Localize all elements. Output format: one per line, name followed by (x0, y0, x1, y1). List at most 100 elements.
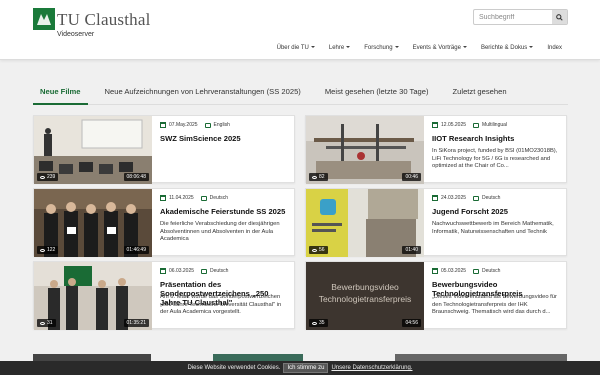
video-date: 12.05.2025 (441, 122, 467, 128)
calendar-icon (160, 195, 166, 201)
language-icon (473, 268, 480, 274)
calendar-icon (432, 195, 438, 201)
tab-item[interactable]: Zuletzt gesehen (446, 81, 514, 105)
svg-text:Bewerbungsvideo: Bewerbungsvideo (331, 282, 399, 292)
video-thumbnail[interactable]: 122 01:46:49 (34, 189, 152, 257)
language-icon (204, 122, 211, 128)
search-input[interactable] (474, 10, 552, 24)
nav-item-wrapper[interactable]: Forschung (364, 45, 399, 51)
video-language: Multilingual (482, 122, 508, 128)
video-title[interactable]: SWZ SimScience 2025 (160, 134, 288, 143)
language-icon (201, 268, 208, 274)
video-meta: 07.May.2025 English (160, 122, 230, 128)
video-meta: 06.03.2025 Deutsch (160, 268, 228, 274)
video-description: In SiKora project, funded by BSI (01MO23… (432, 148, 558, 170)
view-count-badge: 239 (37, 173, 59, 181)
nav-item[interactable]: Lehre (329, 45, 344, 51)
video-thumbnail[interactable]: 239 08:06:48 (34, 116, 152, 184)
video-meta: 11.04.2025 Deutsch (160, 195, 228, 201)
view-count: 122 (47, 247, 56, 253)
video-title[interactable]: Jugend Forscht 2025 (432, 207, 560, 216)
nav-item-wrapper[interactable]: Events & Vorträge (413, 45, 467, 51)
eye-icon (40, 175, 45, 179)
caret-down-icon (310, 46, 315, 49)
language-icon (200, 195, 207, 201)
tab-item[interactable]: Neue Aufzeichnungen von Lehrveranstaltun… (98, 81, 308, 105)
calendar-icon (432, 268, 438, 274)
view-count: 56 (319, 247, 325, 253)
site-header: TU Clausthal Videoserver Über die TU Lehr… (0, 0, 600, 60)
nav-item[interactable]: Über die TU (277, 45, 309, 51)
video-thumbnail[interactable]: 31 01:35:21 (34, 262, 152, 330)
search-box (473, 9, 568, 25)
privacy-link[interactable]: Unsere Datenschutzerklärung. (331, 365, 412, 371)
tab-item[interactable]: Meist gesehen (letzte 30 Tage) (318, 81, 436, 105)
search-icon (556, 13, 563, 21)
caret-down-icon (346, 46, 351, 49)
duration-badge: 00:46 (402, 173, 421, 181)
eye-icon (40, 248, 45, 252)
video-card[interactable]: 239 08:06:48 07.May.2025 English SWZ Sim… (33, 115, 295, 184)
cookie-text: Diese Website verwendet Cookies. (187, 365, 281, 371)
nav-item-wrapper[interactable]: Lehre (329, 45, 351, 51)
eye-icon (312, 175, 317, 179)
caret-down-icon (394, 46, 399, 49)
duration-badge: 01:35:21 (123, 319, 149, 327)
tu-logo-icon[interactable] (33, 8, 55, 30)
view-count: 31 (47, 320, 53, 326)
view-count: 35 (319, 320, 325, 326)
video-meta: 24.03.2025 Deutsch (432, 195, 500, 201)
logo-text[interactable]: TU Clausthal (57, 10, 151, 30)
nav-item-wrapper[interactable]: Berichte & Dokus (481, 45, 534, 51)
nav-item[interactable]: Events & Vorträge (413, 45, 461, 51)
calendar-icon (160, 122, 166, 128)
site-subtitle: Videoserver (57, 31, 95, 38)
tab-item[interactable]: Neue Filme (33, 81, 88, 105)
video-card[interactable]: 31 01:35:21 06.03.2025 Deutsch Präsentat… (33, 261, 295, 330)
duration-badge: 04:56 (402, 319, 421, 327)
video-thumbnail[interactable]: 82 00:46 (306, 116, 424, 184)
calendar-icon (160, 268, 166, 274)
video-title[interactable]: IIOT Research Insights (432, 134, 560, 143)
video-date: 07.May.2025 (169, 122, 198, 128)
tab-spacer (88, 81, 98, 104)
view-count-badge: 56 (309, 246, 328, 254)
video-language: Deutsch (210, 268, 229, 274)
duration-badge: 01:40 (402, 246, 421, 254)
nav-item[interactable]: Forschung (364, 45, 392, 51)
cookie-accept-button[interactable]: Ich stimme zu (283, 363, 329, 373)
video-date: 24.03.2025 (441, 195, 467, 201)
search-button[interactable] (552, 10, 567, 24)
video-meta: 12.05.2025 Multilingual (432, 122, 507, 128)
video-meta: 05.03.2025 Deutsch (432, 268, 500, 274)
video-description: Nachwuchswettbewerb im Bereich Mathemati… (432, 221, 554, 235)
eye-icon (312, 321, 317, 325)
nav-item[interactable]: Index (547, 45, 562, 51)
nav-item-wrapper[interactable]: Über die TU (277, 45, 315, 51)
video-thumbnail[interactable]: Bewerbungsvideo Technologietransferpreis … (306, 262, 424, 330)
view-count-badge: 122 (37, 246, 59, 254)
video-language: English (213, 122, 230, 128)
video-card[interactable]: 56 01:40 24.03.2025 Deutsch Jugend Forsc… (305, 188, 567, 257)
view-count-badge: 31 (37, 319, 56, 327)
tab-spacer (436, 81, 446, 104)
video-card[interactable]: Bewerbungsvideo Technologietransferpreis … (305, 261, 567, 330)
video-title[interactable]: Akademische Feierstunde SS 2025 (160, 207, 288, 216)
video-date: 05.03.2025 (441, 268, 467, 274)
video-language: Deutsch (209, 195, 228, 201)
video-date: 06.03.2025 (169, 268, 195, 274)
main-nav: Über die TU Lehre Forschung Events & Vorträ… (277, 45, 562, 51)
video-date: 11.04.2025 (169, 195, 194, 201)
language-icon (473, 195, 480, 201)
video-thumbnail[interactable]: 56 01:40 (306, 189, 424, 257)
video-tabs: Neue Filme Neue Aufzeichnungen von Lehrve… (33, 81, 568, 105)
caret-down-icon (529, 46, 534, 49)
calendar-icon (432, 122, 438, 128)
video-card[interactable]: 82 00:46 12.05.2025 Multilingual IIOT Re… (305, 115, 567, 184)
view-count: 82 (319, 174, 325, 180)
nav-item[interactable]: Berichte & Dokus (481, 45, 527, 51)
video-description: Am 6. März wurde das Sonderpostwertzeich… (160, 294, 282, 316)
caret-down-icon (462, 46, 467, 49)
duration-badge: 08:06:48 (123, 173, 149, 181)
video-card[interactable]: 122 01:46:49 11.04.2025 Deutsch Akademis… (33, 188, 295, 257)
